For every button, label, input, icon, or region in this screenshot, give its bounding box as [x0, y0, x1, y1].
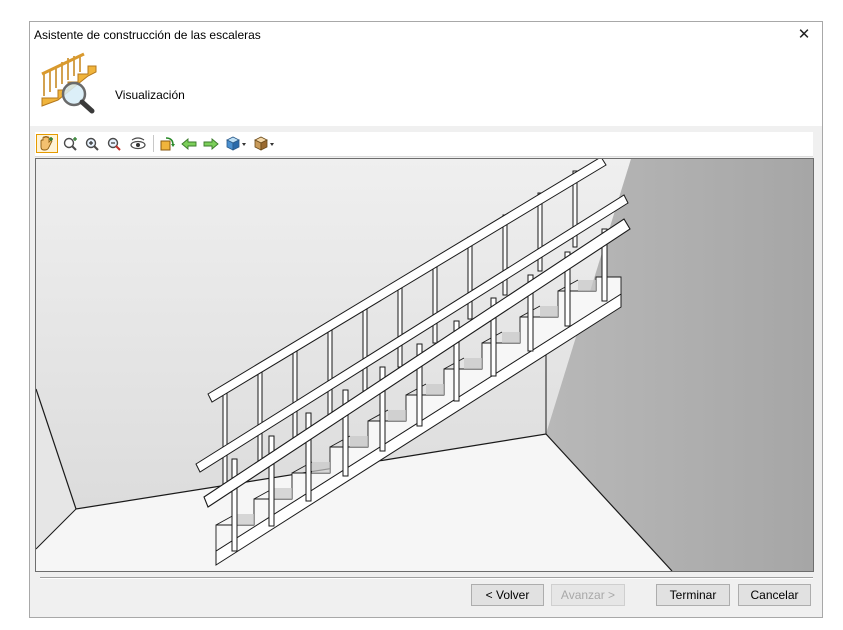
previous-view-button[interactable]: [179, 134, 199, 153]
view-toolbar: [35, 132, 813, 157]
render-style-dropdown-icon: [254, 136, 274, 151]
step-title: Visualización: [115, 88, 185, 102]
arrow-right-icon: [203, 137, 219, 150]
zoom-window-icon: [63, 136, 77, 151]
pan-hand-icon: [40, 135, 53, 150]
staircase-3d-model: [36, 159, 813, 571]
cancel-button[interactable]: Cancelar: [738, 584, 811, 606]
staircase-magnifier-icon: [41, 52, 97, 114]
window-title: Asistente de construcción de las escaler…: [34, 28, 261, 42]
finish-button[interactable]: Terminar: [656, 584, 730, 606]
wizard-header: Visualización: [30, 48, 822, 126]
title-bar: Asistente de construcción de las escaler…: [30, 22, 822, 48]
zoom-in-icon: [85, 137, 99, 151]
back-button[interactable]: < Volver: [471, 584, 544, 606]
zoom-out-button[interactable]: [105, 134, 125, 153]
footer-separator: [40, 577, 813, 579]
zoom-out-icon: [107, 137, 121, 151]
arrow-left-icon: [181, 137, 197, 150]
orbit-eye-icon: [130, 136, 146, 149]
view-cube-dropdown[interactable]: [223, 134, 249, 153]
zoom-window-button[interactable]: [61, 134, 81, 153]
stair-wizard-dialog: Asistente de construcción de las escaler…: [29, 21, 823, 618]
orbit-button[interactable]: [127, 134, 149, 153]
render-style-dropdown[interactable]: [251, 134, 277, 153]
pan-tool-button[interactable]: [36, 134, 58, 153]
next-button[interactable]: Avanzar >: [551, 584, 625, 606]
close-icon[interactable]: ✕: [794, 25, 814, 45]
3d-viewport[interactable]: [35, 158, 814, 572]
next-view-button[interactable]: [201, 134, 221, 153]
view-cube-dropdown-icon: [226, 136, 246, 151]
rotate-view-button[interactable]: [157, 134, 177, 153]
rotate-view-icon: [160, 136, 175, 150]
zoom-in-button[interactable]: [83, 134, 103, 153]
